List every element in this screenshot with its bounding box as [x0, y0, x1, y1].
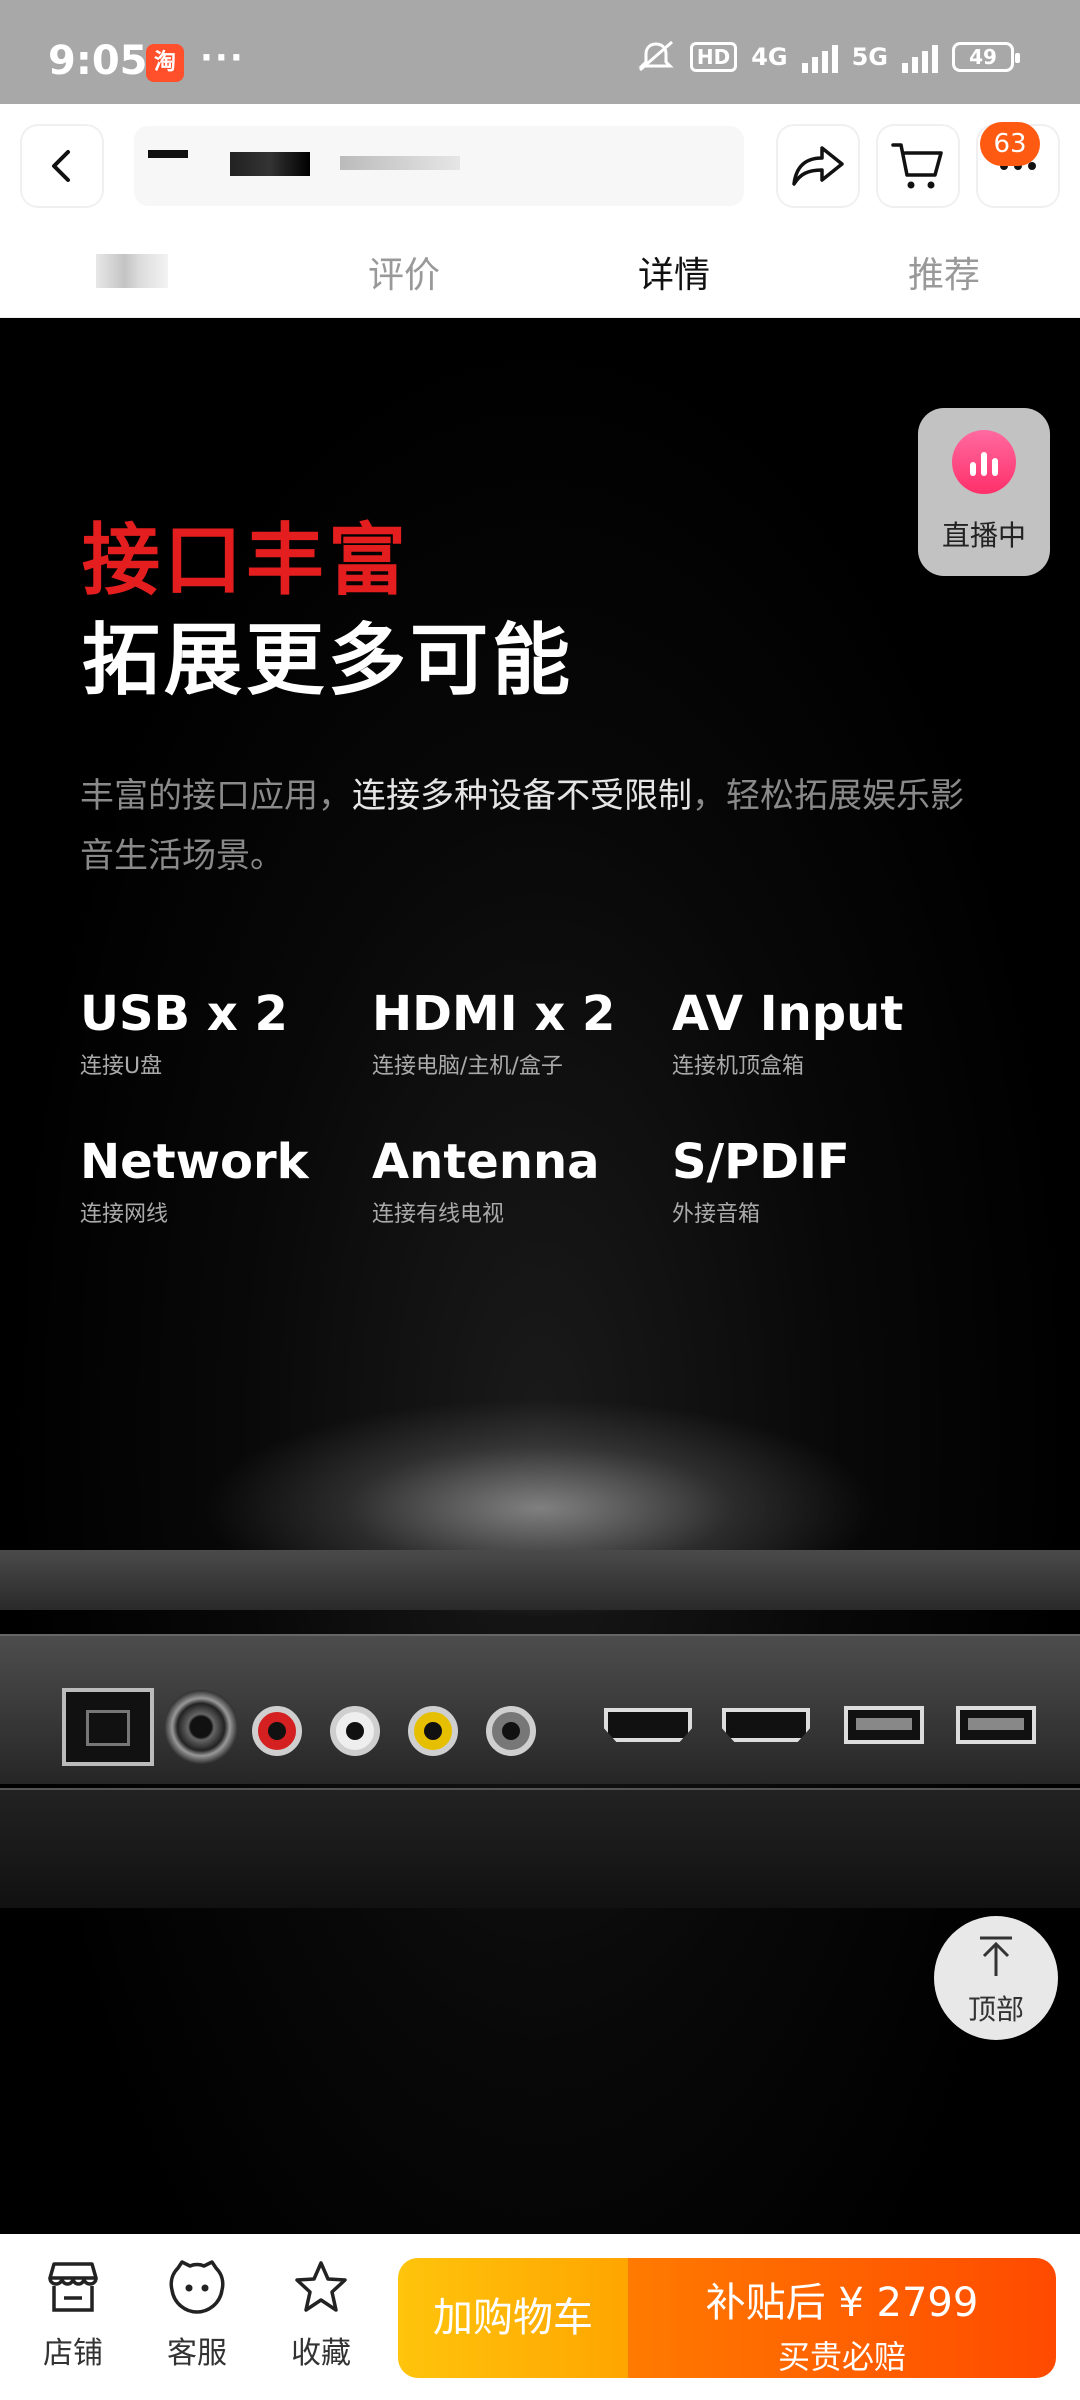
hdmi-port-icon-2 [722, 1708, 810, 1742]
buy-guarantee-label: 买贵必赔 [777, 2338, 906, 2376]
status-indicators: HD 4G 5G 49 [636, 40, 1020, 74]
redacted-text-2 [230, 152, 310, 176]
customer-service-icon [169, 2260, 225, 2314]
shop-icon [48, 2262, 98, 2312]
arrow-up-icon [980, 1936, 1012, 1976]
port-name: AV Input [672, 986, 904, 1042]
more-notifications-icon: ··· [200, 38, 245, 78]
tab-details[interactable]: 详情 [638, 246, 710, 298]
port-name: Network [80, 1134, 309, 1190]
top-navigation: 63 [0, 104, 1080, 224]
headline-white: 拓展更多可能 [82, 616, 575, 706]
port-sub: 外接音箱 [672, 1202, 761, 1227]
port-sub: 连接电脑/主机/盒子 [372, 1054, 563, 1079]
description-highlight: 连接多种设备不受限制 [352, 776, 692, 816]
detail-image: 接口丰富 拓展更多可能 丰富的接口应用，连接多种设备不受限制，轻松拓展娱乐影音生… [0, 318, 1080, 2234]
port-sub: 连接机顶盒箱 [672, 1054, 805, 1079]
tab-product-redacted[interactable] [96, 254, 168, 288]
usb-port-icon-2 [956, 1706, 1036, 1744]
panel-top [0, 1550, 1080, 1610]
port-sub: 连接网线 [80, 1202, 169, 1227]
buy-now-button[interactable]: 补贴后 ¥ 2799 买贵必赔 [628, 2258, 1056, 2378]
spdif-port-icon [486, 1706, 536, 1756]
port-name: USB x 2 [80, 986, 288, 1042]
tab-recommend[interactable]: 推荐 [908, 246, 980, 298]
favorite-button[interactable]: 收藏 [276, 2260, 366, 2372]
bottom-action-bar: 店铺 客服 收藏 加购物车 补贴后 ¥ 2799 买贵必赔 [0, 2234, 1080, 2400]
back-to-top-button[interactable]: 顶部 [934, 1916, 1058, 2040]
cart-button[interactable] [878, 126, 958, 206]
rca-yellow-port-icon [408, 1706, 458, 1756]
battery-icon: 49 [952, 42, 1020, 72]
live-label: 直播中 [941, 519, 1026, 552]
port-av: AV Input 连接机顶盒箱 [672, 986, 903, 1080]
taobao-app-icon: 淘 [146, 44, 184, 82]
tab-reviews[interactable]: 评价 [368, 246, 440, 298]
add-to-cart-button[interactable]: 加购物车 [398, 2258, 628, 2378]
status-time: 9:05 [48, 38, 148, 84]
buy-price-label: 补贴后 ¥ 2799 [705, 2280, 979, 2326]
usb-port-icon [844, 1706, 924, 1744]
port-sub: 连接U盘 [80, 1054, 163, 1079]
redacted-text [148, 150, 188, 158]
ethernet-port-icon [62, 1688, 154, 1766]
redacted-text-3 [340, 156, 460, 170]
network-4g-label: 4G [751, 43, 788, 71]
cart-icon [891, 143, 943, 189]
headline-red: 接口丰富 [82, 516, 411, 606]
network-5g-label: 5G [851, 43, 888, 71]
panel-lower [0, 1788, 1080, 1908]
search-bar[interactable] [134, 126, 744, 206]
share-icon [792, 146, 844, 186]
shop-label: 店铺 [43, 2336, 103, 2371]
live-bars-icon [952, 430, 1016, 494]
customer-service-label: 客服 [167, 2336, 227, 2371]
port-network: Network 连接网线 [80, 1134, 309, 1228]
port-antenna: Antenna 连接有线电视 [372, 1134, 600, 1228]
back-arrow-icon [52, 150, 70, 182]
signal-icon [801, 41, 838, 73]
rca-white-port-icon [330, 1706, 380, 1756]
port-name: HDMI x 2 [372, 986, 616, 1042]
customer-service-button[interactable]: 客服 [152, 2260, 242, 2372]
mute-icon [638, 40, 674, 72]
port-hdmi: HDMI x 2 连接电脑/主机/盒子 [372, 986, 615, 1080]
shop-button[interactable]: 店铺 [28, 2260, 118, 2372]
back-to-top-label: 顶部 [967, 1993, 1024, 2026]
more-button[interactable]: 63 [978, 122, 1058, 206]
section-tabs: 评价 详情 推荐 [0, 224, 1080, 318]
signal-icon-2 [902, 41, 938, 73]
status-bar: 9:05 淘 ··· HD 4G 5G 49 [0, 0, 1080, 104]
live-stream-button[interactable]: 直播中 [918, 408, 1050, 576]
port-name: S/PDIF [672, 1134, 850, 1190]
antenna-port-icon [164, 1690, 238, 1764]
back-button[interactable] [22, 126, 102, 206]
star-icon [295, 2261, 347, 2312]
favorite-label: 收藏 [291, 2336, 351, 2371]
port-spdif: S/PDIF 外接音箱 [672, 1134, 850, 1228]
port-sub: 连接有线电视 [372, 1202, 505, 1227]
cart-count-badge: 63 [980, 122, 1040, 166]
hd-badge: HD [689, 42, 738, 72]
description: 丰富的接口应用，连接多种设备不受限制，轻松拓展娱乐影音生活场景。 [80, 766, 980, 886]
share-button[interactable] [778, 126, 858, 206]
description-part1: 丰富的接口应用， [80, 776, 352, 816]
hdmi-port-icon [604, 1708, 692, 1742]
rca-red-port-icon [252, 1706, 302, 1756]
port-usb: USB x 2 连接U盘 [80, 986, 288, 1080]
port-name: Antenna [372, 1134, 600, 1190]
